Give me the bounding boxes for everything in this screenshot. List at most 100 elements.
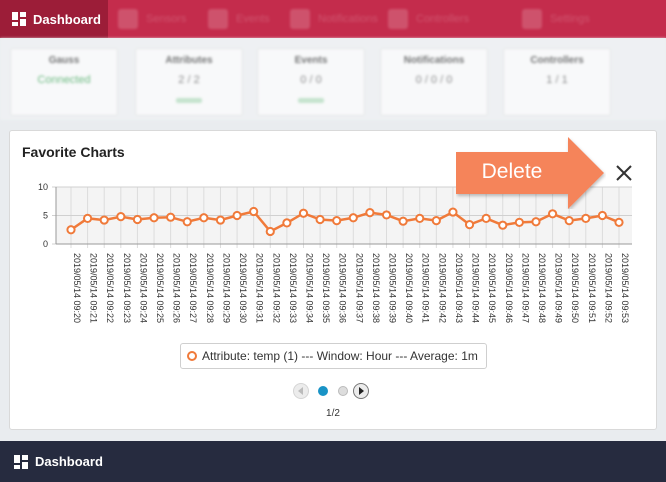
data-point — [448, 207, 458, 217]
data-point — [464, 220, 475, 230]
x-tick-label: 2019/05/14 09:31 — [255, 253, 265, 323]
dashboard-icon — [14, 454, 28, 469]
x-tick-label: 2019/05/14 09:40 — [404, 253, 414, 323]
data-point — [398, 216, 408, 226]
data-point — [547, 209, 558, 219]
data-point — [415, 213, 425, 223]
status-bar — [176, 98, 202, 103]
sensor-icon — [118, 9, 138, 29]
data-point — [564, 216, 574, 226]
status-card-attributes: Attributes 2 / 2 — [135, 48, 243, 116]
status-bar — [298, 98, 324, 103]
data-point — [531, 217, 541, 227]
data-point — [332, 216, 342, 226]
close-icon[interactable] — [613, 162, 635, 184]
data-point — [116, 212, 126, 222]
x-tick-label: 2019/05/14 09:21 — [89, 253, 99, 323]
series-marker-icon — [187, 351, 197, 361]
bell-icon — [290, 9, 310, 29]
data-point — [83, 213, 93, 223]
x-tick-label: 2019/05/14 09:27 — [188, 253, 198, 323]
data-point — [149, 213, 159, 223]
y-tick-label: 10 — [38, 182, 48, 192]
x-tick-label: 2019/05/14 09:41 — [421, 253, 431, 323]
bottom-bar-label[interactable]: Dashboard — [35, 454, 103, 469]
status-card-notifications: Notifications 0 / 0 / 0 — [380, 48, 488, 116]
data-point — [431, 216, 441, 226]
gear-icon — [522, 9, 542, 29]
data-point — [581, 213, 591, 223]
data-point — [365, 208, 375, 218]
nav-item-notifications[interactable]: Notifications — [290, 0, 378, 38]
next-page-button[interactable] — [353, 383, 369, 399]
data-point — [132, 214, 143, 225]
nav-item-sensors[interactable]: Sensors — [118, 0, 186, 38]
x-tick-label: 2019/05/14 09:52 — [603, 253, 613, 323]
dashboard-icon — [12, 12, 26, 26]
nav-item-events[interactable]: Events — [208, 0, 270, 38]
x-tick-label: 2019/05/14 09:33 — [288, 253, 298, 323]
x-tick-label: 2019/05/14 09:43 — [454, 253, 464, 323]
data-point — [614, 217, 624, 227]
x-tick-label: 2019/05/14 09:22 — [105, 253, 115, 323]
x-tick-label: 2019/05/14 09:51 — [587, 253, 597, 323]
x-tick-label: 2019/05/14 09:26 — [172, 253, 182, 323]
page-dot-2[interactable] — [338, 386, 348, 396]
page-dot-1[interactable] — [318, 386, 328, 396]
data-point — [348, 213, 358, 223]
x-tick-label: 2019/05/14 09:36 — [338, 253, 348, 323]
data-point — [381, 210, 392, 220]
status-cards: Gauss Connected Attributes 2 / 2 Events … — [0, 38, 666, 120]
data-point — [481, 213, 491, 223]
data-point — [182, 217, 192, 227]
y-tick-label: 5 — [43, 211, 48, 221]
data-point — [282, 218, 292, 228]
x-tick-label: 2019/05/14 09:24 — [138, 253, 148, 323]
data-point — [232, 210, 242, 221]
nav-item-label: Dashboard — [33, 11, 101, 27]
data-point — [298, 208, 309, 218]
previous-page-button[interactable] — [293, 383, 309, 399]
data-point — [315, 214, 325, 225]
delete-callout-arrow — [456, 137, 604, 209]
chevron-left-icon — [298, 387, 303, 395]
x-tick-label: 2019/05/14 09:44 — [471, 253, 481, 323]
x-tick-label: 2019/05/14 09:30 — [238, 253, 248, 323]
x-tick-label: 2019/05/14 09:50 — [570, 253, 580, 323]
data-point — [514, 217, 524, 227]
x-tick-label: 2019/05/14 09:37 — [354, 253, 364, 323]
controller-icon — [388, 9, 408, 29]
data-point — [597, 210, 607, 221]
bottom-bar: Dashboard — [0, 441, 666, 482]
data-point — [199, 213, 209, 223]
x-tick-label: 2019/05/14 09:46 — [504, 253, 514, 323]
data-point — [99, 215, 109, 225]
x-tick-label: 2019/05/14 09:23 — [122, 253, 132, 323]
status-card-gauss: Gauss Connected — [10, 48, 118, 116]
event-icon — [208, 9, 228, 29]
nav-item-settings[interactable]: Settings — [522, 0, 590, 38]
data-point — [215, 215, 226, 225]
chart-legend-item[interactable]: Attribute: temp (1) --- Window: Hour ---… — [180, 343, 487, 369]
chart-pager — [293, 382, 369, 400]
page-indicator: 1/2 — [326, 408, 340, 419]
x-tick-label: 2019/05/14 09:42 — [437, 253, 447, 323]
x-tick-label: 2019/05/14 09:35 — [321, 253, 331, 323]
top-nav: Dashboard Sensors Events Notifications C… — [0, 0, 666, 38]
x-tick-label: 2019/05/14 09:53 — [620, 253, 630, 323]
x-tick-label: 2019/05/14 09:47 — [520, 253, 530, 323]
data-point — [249, 206, 259, 217]
status-card-events: Events 0 / 0 — [257, 48, 365, 116]
y-tick-label: 0 — [43, 239, 48, 249]
nav-item-dashboard[interactable]: Dashboard — [0, 0, 108, 38]
x-tick-label: 2019/05/14 09:49 — [554, 253, 564, 323]
x-tick-label: 2019/05/14 09:29 — [221, 253, 231, 323]
x-tick-label: 2019/05/14 09:20 — [72, 253, 82, 323]
data-point — [498, 220, 508, 230]
data-point — [66, 225, 76, 235]
nav-item-controllers[interactable]: Controllers — [388, 0, 469, 38]
legend-label: Attribute: temp (1) --- Window: Hour ---… — [202, 349, 478, 363]
data-point — [265, 226, 275, 237]
x-tick-label: 2019/05/14 09:48 — [537, 253, 547, 323]
data-point — [166, 212, 176, 222]
